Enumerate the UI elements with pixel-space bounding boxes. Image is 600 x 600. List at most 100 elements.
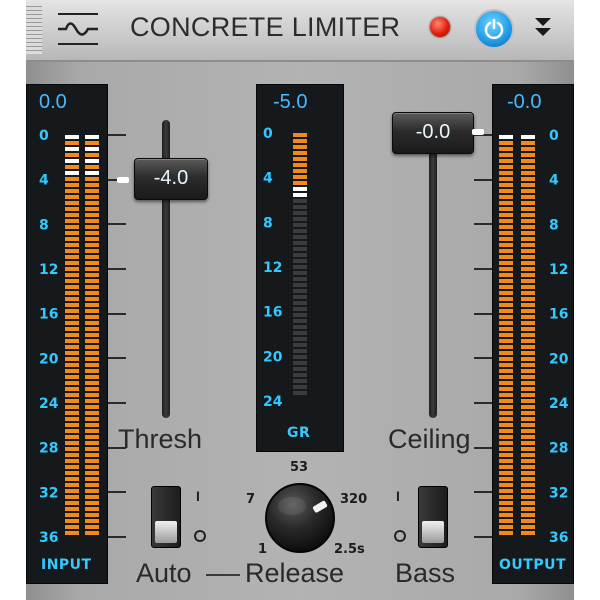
output-segment xyxy=(499,225,513,229)
gr-segment xyxy=(293,349,307,353)
output-segment xyxy=(499,501,513,505)
output-segment xyxy=(499,285,513,289)
input-segment xyxy=(85,471,99,475)
output-segment xyxy=(521,171,535,175)
power-icon[interactable] xyxy=(474,9,514,49)
input-segment xyxy=(65,387,79,391)
output-segment xyxy=(521,465,535,469)
output-segment xyxy=(521,255,535,259)
gr-scale-4: 4 xyxy=(263,171,273,187)
output-segment xyxy=(499,369,513,373)
input-segment xyxy=(65,417,79,421)
input-segment xyxy=(65,477,79,481)
gr-segment xyxy=(293,289,307,293)
input-segment xyxy=(85,519,99,523)
auto-switch-lever[interactable] xyxy=(155,521,177,543)
gr-segment xyxy=(293,253,307,257)
output-scale-36: 36 xyxy=(549,530,568,546)
gr-segment xyxy=(293,139,307,143)
input-scale-28: 28 xyxy=(39,441,58,457)
gr-segment xyxy=(293,307,307,311)
output-segment xyxy=(521,237,535,241)
output-segment xyxy=(521,327,535,331)
output-segment xyxy=(499,339,513,343)
output-segment xyxy=(499,513,513,517)
output-scale-28: 28 xyxy=(549,441,568,457)
output-segment xyxy=(499,429,513,433)
input-segment xyxy=(85,189,99,193)
input-segment xyxy=(85,507,99,511)
input-segment xyxy=(85,483,99,487)
input-segment xyxy=(65,321,79,325)
input-meter: 0.0 0 4 8 12 16 20 24 28 32 36 INPUT xyxy=(26,84,108,584)
output-scale-12: 12 xyxy=(549,262,568,278)
output-segment xyxy=(521,375,535,379)
output-segment xyxy=(521,459,535,463)
ceiling-slider-handle[interactable]: -0.0 xyxy=(392,112,474,154)
output-segment xyxy=(521,267,535,271)
input-segment xyxy=(65,279,79,283)
input-segment xyxy=(65,183,79,187)
output-segment xyxy=(521,411,535,415)
input-segment xyxy=(65,189,79,193)
input-segment xyxy=(65,399,79,403)
input-segment xyxy=(85,141,99,145)
output-segment xyxy=(499,423,513,427)
input-segment xyxy=(65,435,79,439)
output-segment xyxy=(499,189,513,193)
input-segment xyxy=(85,417,99,421)
release-scale-top: 53 xyxy=(290,460,309,475)
output-segment xyxy=(499,177,513,181)
input-segment xyxy=(85,285,99,289)
output-segment xyxy=(521,525,535,529)
output-segment xyxy=(499,315,513,319)
gr-segment xyxy=(293,199,307,203)
output-segment xyxy=(499,207,513,211)
output-segment xyxy=(499,201,513,205)
bass-label: Bass xyxy=(395,558,456,588)
input-segment xyxy=(65,255,79,259)
input-segment xyxy=(65,303,79,307)
input-segment xyxy=(85,171,99,175)
input-segment xyxy=(65,165,79,169)
ceiling-slider-track[interactable] xyxy=(429,128,437,418)
output-segment xyxy=(499,411,513,415)
output-scale-20: 20 xyxy=(549,351,569,367)
output-segment xyxy=(521,399,535,403)
gr-segment xyxy=(293,181,307,185)
input-segment xyxy=(65,357,79,361)
drag-grip-icon[interactable] xyxy=(26,0,42,60)
release-scale-low: 7 xyxy=(246,492,256,507)
output-segment xyxy=(499,153,513,157)
output-segment xyxy=(499,387,513,391)
input-segment xyxy=(85,477,99,481)
input-segment xyxy=(65,519,79,523)
input-segment xyxy=(85,219,99,223)
output-segment xyxy=(521,345,535,349)
output-segment xyxy=(521,339,535,343)
output-segment xyxy=(521,507,535,511)
auto-toggle-switch[interactable] xyxy=(151,486,181,548)
double-chevron-down-icon[interactable] xyxy=(532,14,554,40)
bass-toggle-switch[interactable] xyxy=(418,486,448,548)
release-knob[interactable] xyxy=(262,480,338,556)
output-segment xyxy=(521,165,535,169)
bass-switch-lever[interactable] xyxy=(422,521,444,543)
input-segment xyxy=(85,237,99,241)
output-segment xyxy=(499,159,513,163)
auto-on-mark: I xyxy=(196,488,200,504)
threshold-slider-handle[interactable]: -4.0 xyxy=(134,158,208,200)
input-segment xyxy=(85,279,99,283)
gr-segment xyxy=(293,379,307,383)
output-segment xyxy=(499,489,513,493)
gr-segment xyxy=(293,385,307,389)
output-segment xyxy=(499,243,513,247)
input-segment xyxy=(65,459,79,463)
gr-segment xyxy=(293,265,307,269)
ceiling-tick xyxy=(474,357,492,360)
output-segment xyxy=(521,519,535,523)
input-segment xyxy=(85,255,99,259)
input-segment xyxy=(65,177,79,181)
input-segment xyxy=(65,495,79,499)
output-segment xyxy=(521,441,535,445)
